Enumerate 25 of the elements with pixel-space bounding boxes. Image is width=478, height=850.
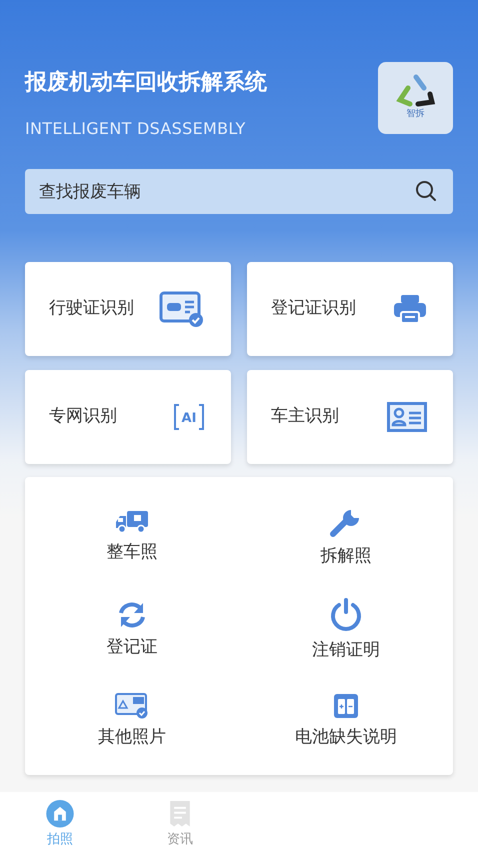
app-title: 报废机动车回收拆解系统 bbox=[25, 69, 267, 97]
battery-icon bbox=[333, 692, 359, 719]
truck-icon bbox=[115, 510, 149, 534]
printer-icon bbox=[393, 293, 427, 325]
document-icon bbox=[168, 800, 192, 828]
recognition-card[interactable]: 登记证识别 bbox=[247, 262, 453, 356]
search-field[interactable]: 查找报废车辆 bbox=[25, 169, 453, 214]
house-icon bbox=[46, 800, 74, 828]
contact-card-icon bbox=[387, 402, 427, 432]
refresh-icon bbox=[116, 601, 148, 630]
id-card-icon bbox=[159, 290, 205, 328]
photo-category-button[interactable]: 整车照 bbox=[25, 491, 239, 584]
recognition-card[interactable]: 专网识别 AI bbox=[25, 370, 231, 464]
search-icon[interactable] bbox=[415, 180, 437, 202]
photo-category-button[interactable]: 电池缺失说明 bbox=[239, 678, 453, 765]
recognition-card[interactable]: 行驶证识别 bbox=[25, 262, 231, 356]
app-logo: 智拆 bbox=[378, 62, 453, 134]
photo-category-button[interactable]: 其他照片 bbox=[25, 678, 239, 765]
photo-category-button[interactable]: 登记证 bbox=[25, 584, 239, 678]
app-subtitle: INTELLIGENT DSASSEMBLY bbox=[25, 118, 247, 140]
photo-category-button[interactable]: 拆解照 bbox=[239, 491, 453, 584]
power-icon bbox=[329, 598, 363, 632]
document-check-icon bbox=[115, 692, 149, 719]
recognition-card[interactable]: 车主识别 bbox=[247, 370, 453, 464]
photo-category-button[interactable]: 注销证明 bbox=[239, 584, 453, 678]
